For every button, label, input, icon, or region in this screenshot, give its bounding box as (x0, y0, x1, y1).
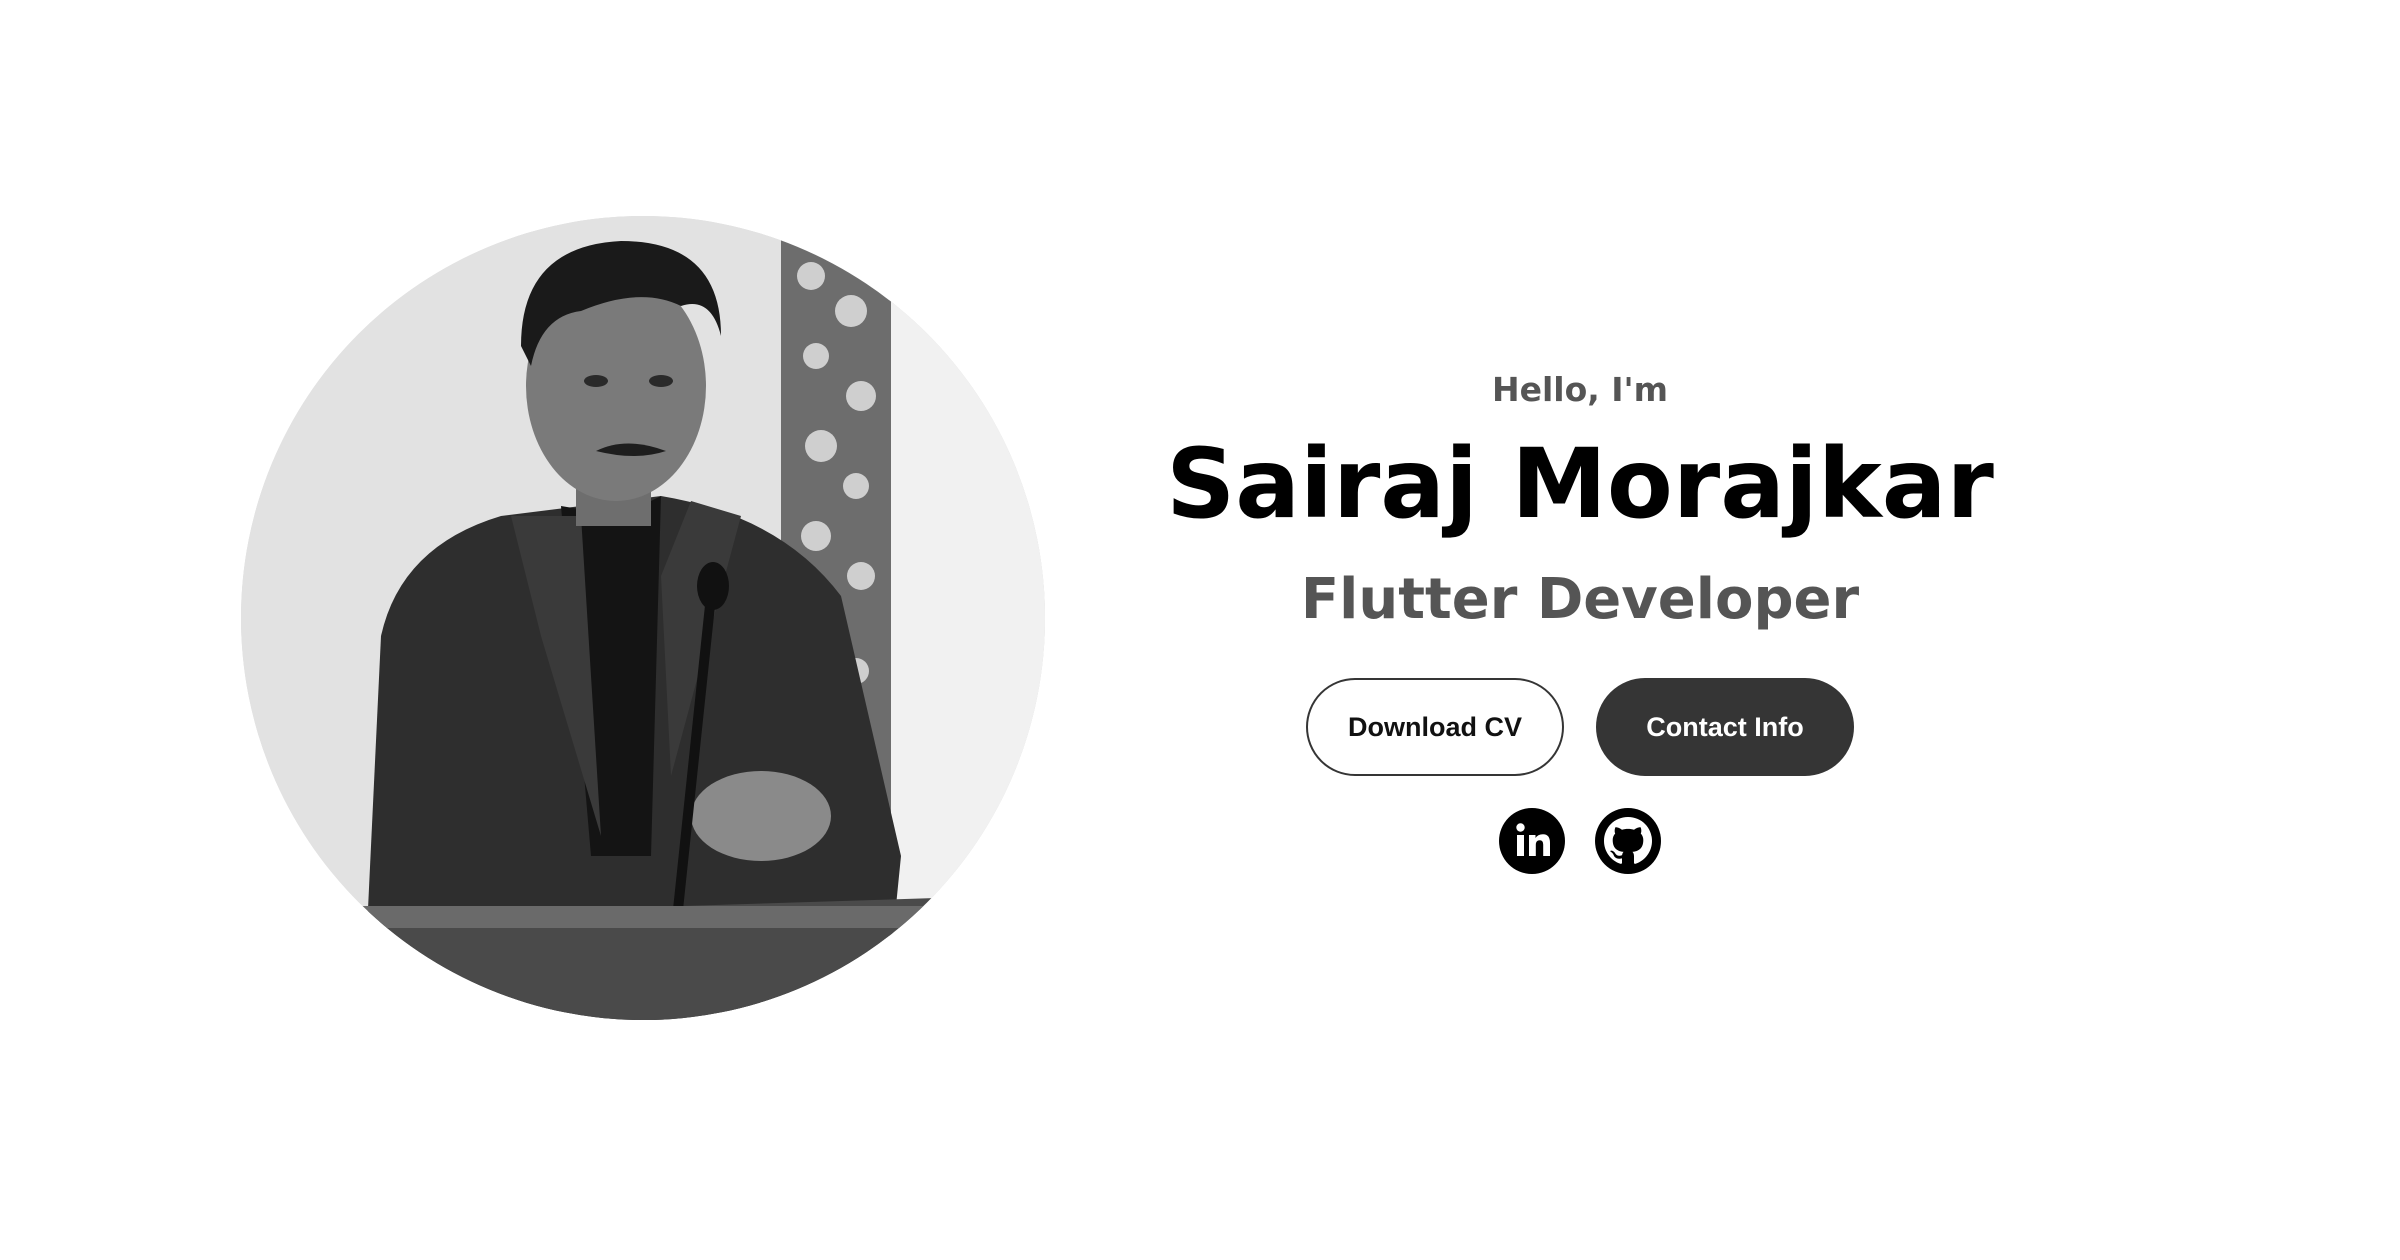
social-links (1160, 808, 2000, 876)
action-buttons: Download CV Contact Info (1160, 678, 2000, 776)
job-title: Flutter Developer (1300, 567, 1860, 632)
profile-page: Hello, I'm Sairaj Morajkar Flutter Devel… (0, 0, 2400, 1260)
profile-photo (241, 216, 1045, 1020)
person-name: Sairaj Morajkar (1166, 428, 1994, 540)
github-icon[interactable] (1595, 808, 1661, 874)
greeting-text: Hello, I'm (1491, 370, 1669, 409)
linkedin-icon[interactable] (1499, 808, 1565, 874)
contact-info-button[interactable]: Contact Info (1596, 678, 1854, 776)
download-cv-button[interactable]: Download CV (1306, 678, 1564, 776)
